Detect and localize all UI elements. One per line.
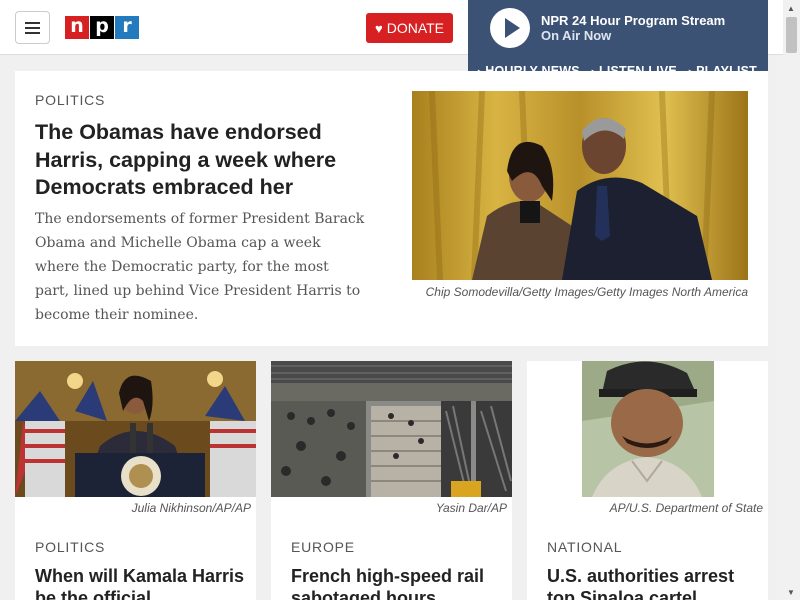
logo-letter-p: p: [90, 16, 114, 39]
scroll-up-icon[interactable]: ▲: [787, 4, 795, 13]
logo-letter-r: r: [115, 16, 139, 39]
story-slug[interactable]: NATIONAL: [547, 539, 622, 555]
story-image-graphic: [527, 361, 768, 497]
story-headline[interactable]: When will Kamala Harris be the official: [35, 565, 245, 600]
menu-bar: [25, 31, 40, 34]
stream-subtitle: On Air Now: [541, 28, 612, 43]
image-credit: Julia Nikhinson/AP/AP: [131, 501, 251, 515]
lead-story-card: POLITICS The Obamas have endorsed Harris…: [15, 71, 768, 346]
story-image[interactable]: [271, 361, 512, 497]
page-scrollbar[interactable]: ▲ ▼: [783, 0, 800, 600]
image-credit: AP/U.S. Department of State: [609, 501, 763, 515]
story-image[interactable]: [412, 91, 748, 280]
logo-letter-n: n: [65, 16, 89, 39]
story-slug[interactable]: EUROPE: [291, 539, 355, 555]
story-headline[interactable]: U.S. authorities arrest top Sinaloa cart…: [547, 565, 757, 600]
story-slug[interactable]: POLITICS: [35, 92, 105, 108]
npr-logo[interactable]: n p r: [65, 16, 140, 39]
donate-label: DONATE: [386, 20, 445, 36]
story-slug[interactable]: POLITICS: [35, 539, 105, 555]
story-image-graphic: [15, 361, 256, 497]
stream-title[interactable]: NPR 24 Hour Program Stream: [541, 13, 725, 28]
story-headline[interactable]: French high-speed rail sabotaged hours: [291, 565, 501, 600]
donate-button[interactable]: ♥ DONATE: [366, 13, 453, 43]
story-teaser[interactable]: The endorsements of former President Bar…: [35, 207, 365, 327]
play-icon[interactable]: [490, 8, 530, 48]
scrollbar-thumb[interactable]: [786, 17, 797, 53]
story-image[interactable]: [527, 361, 768, 497]
image-credit: Chip Somodevilla/Getty Images/Getty Imag…: [425, 285, 748, 299]
image-credit: Yasin Dar/AP: [435, 501, 507, 515]
story-card: Yasin Dar/AP EUROPE French high-speed ra…: [271, 361, 512, 600]
story-card: AP/U.S. Department of State NATIONAL U.S…: [527, 361, 768, 600]
story-image-graphic: [271, 361, 512, 497]
story-image-graphic: [412, 91, 748, 280]
hamburger-icon[interactable]: [15, 11, 50, 44]
menu-bar: [25, 21, 40, 24]
menu-bar: [25, 26, 40, 29]
story-headline[interactable]: The Obamas have endorsed Harris, capping…: [35, 119, 375, 202]
story-card: Julia Nikhinson/AP/AP POLITICS When will…: [15, 361, 256, 600]
scroll-down-icon[interactable]: ▼: [787, 588, 795, 597]
story-image[interactable]: [15, 361, 256, 497]
heart-icon: ♥: [374, 20, 383, 36]
